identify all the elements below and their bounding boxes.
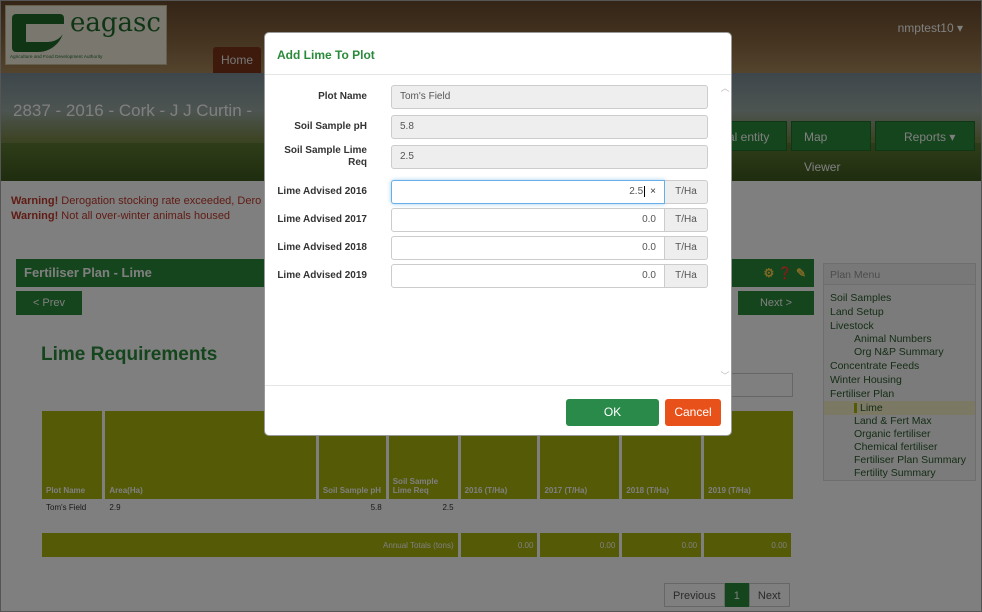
row-lime-2017: Lime Advised 2017 0.0 T/Ha (265, 208, 725, 232)
lime-2017-label: Lime Advised 2017 (277, 214, 367, 225)
lime-2017-input[interactable]: 0.0 (391, 208, 665, 232)
lime-2018-unit: T/Ha (665, 236, 708, 260)
soil-ph-label: Soil Sample pH (294, 121, 367, 132)
lime-2019-input[interactable]: 0.0 (391, 264, 665, 288)
lime-2019-label: Lime Advised 2019 (277, 270, 367, 281)
scroll-down-icon[interactable]: ﹀ (719, 369, 731, 381)
modal-title: Add Lime To Plot (265, 33, 731, 75)
text-cursor (644, 185, 646, 197)
lime-2017-unit: T/Ha (665, 208, 708, 232)
clear-icon[interactable]: × (650, 186, 656, 197)
lime-2019-unit: T/Ha (665, 264, 708, 288)
row-lime-req: Soil Sample Lime Req 2.5 (265, 145, 725, 169)
ok-button[interactable]: OK (566, 399, 659, 426)
row-lime-2018: Lime Advised 2018 0.0 T/Ha (265, 236, 725, 260)
plot-name-label: Plot Name (318, 91, 367, 102)
lime-2018-input[interactable]: 0.0 (391, 236, 665, 260)
plot-name-field: Tom's Field (391, 85, 708, 109)
modal-footer: OK Cancel (265, 385, 731, 435)
lime-2018-label: Lime Advised 2018 (277, 242, 367, 253)
lime-2016-input[interactable]: 2.5 × (391, 180, 665, 204)
add-lime-modal: Add Lime To Plot ︿ ﹀ Plot Name Tom's Fie… (264, 32, 732, 436)
lime-2016-label: Lime Advised 2016 (277, 186, 367, 197)
row-soil-ph: Soil Sample pH 5.8 (265, 115, 725, 139)
cancel-button[interactable]: Cancel (665, 399, 721, 426)
lime-2016-value: 2.5 (629, 186, 644, 197)
page: eagasc Agriculture and Food Development … (0, 0, 982, 612)
soil-ph-field: 5.8 (391, 115, 708, 139)
modal-body: ︿ ﹀ Plot Name Tom's Field Soil Sample pH… (265, 76, 731, 385)
row-plot-name: Plot Name Tom's Field (265, 85, 725, 109)
lime-req-field: 2.5 (391, 145, 708, 169)
lime-2016-unit: T/Ha (665, 180, 708, 204)
row-lime-2019: Lime Advised 2019 0.0 T/Ha (265, 264, 725, 288)
lime-req-label: Soil Sample Lime Req (284, 145, 367, 168)
row-lime-2016: Lime Advised 2016 2.5 × T/Ha (265, 180, 725, 204)
